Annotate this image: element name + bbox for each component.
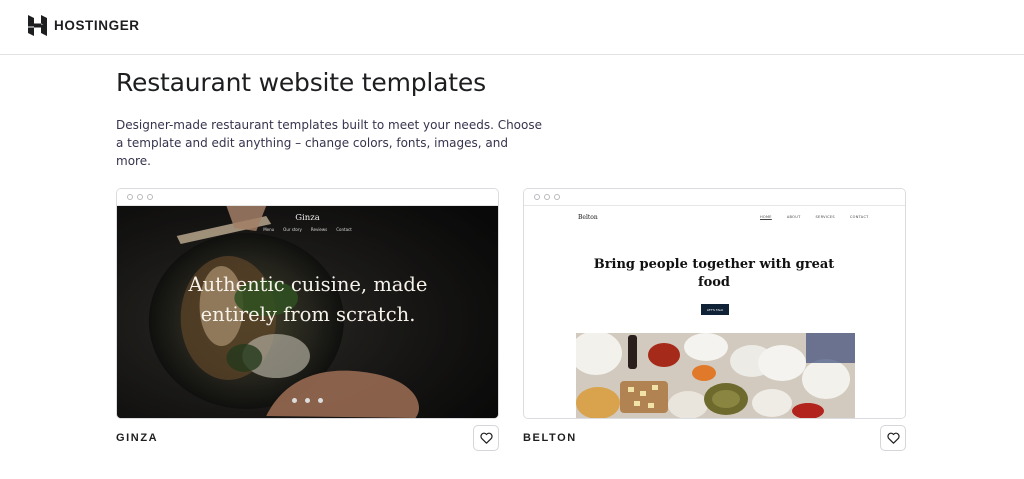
window-dot [554, 194, 560, 200]
preview-nav-item: Our story [283, 227, 302, 232]
brand-name: HOSTINGER [54, 18, 140, 33]
template-preview-ginza[interactable]: Ginza Menu Our story Reviews Contact Aut… [117, 206, 498, 418]
twitter-icon [292, 398, 297, 403]
template-card-belton[interactable]: Belton HOME ABOUT SERVICES CONTACT Bring… [523, 188, 906, 419]
heart-outline-icon [886, 432, 900, 444]
template-card-ginza[interactable]: Ginza Menu Our story Reviews Contact Aut… [116, 188, 499, 419]
template-name[interactable]: GINZA [116, 432, 158, 444]
hostinger-logo-icon [28, 15, 47, 36]
favorite-button[interactable] [880, 425, 906, 451]
facebook-icon [305, 398, 310, 403]
heart-outline-icon [479, 432, 493, 444]
template-preview-belton[interactable]: Belton HOME ABOUT SERVICES CONTACT Bring… [524, 206, 905, 418]
preview-headline: Authentic cuisine, made entirely from sc… [188, 273, 428, 326]
preview-nav-item: HOME [760, 215, 772, 219]
top-bar: HOSTINGER [0, 0, 1024, 55]
preview-nav-item: Contact [336, 227, 352, 232]
window-dot [137, 194, 143, 200]
logo[interactable]: HOSTINGER [28, 15, 140, 36]
preview-brand: Belton [578, 214, 598, 221]
table-food-image [576, 333, 855, 418]
preview-social-links [117, 398, 498, 403]
preview-nav-item: CONTACT [849, 215, 869, 219]
window-dot [147, 194, 153, 200]
browser-bar [117, 189, 498, 206]
window-dot [544, 194, 550, 200]
template-name[interactable]: BELTON [523, 432, 577, 444]
preview-nav: HOME ABOUT SERVICES CONTACT [760, 215, 869, 219]
favorite-button[interactable] [473, 425, 499, 451]
window-dot [534, 194, 540, 200]
preview-headline: Bring people together with great food [593, 257, 835, 290]
preview-cta-button: LET'S TALK [701, 304, 729, 315]
preview-nav: Menu Our story Reviews Contact [117, 227, 498, 232]
preview-nav-item: ABOUT [786, 215, 801, 219]
page-description: Designer-made restaurant templates built… [116, 118, 542, 168]
page-title: Restaurant website templates [116, 68, 486, 97]
instagram-icon [318, 398, 323, 403]
preview-brand: Ginza [295, 213, 320, 223]
window-dot [127, 194, 133, 200]
preview-nav-item: Reviews [310, 227, 328, 232]
preview-nav-item: SERVICES [815, 215, 835, 219]
preview-nav-item: Menu [263, 227, 275, 232]
browser-bar [524, 189, 905, 206]
